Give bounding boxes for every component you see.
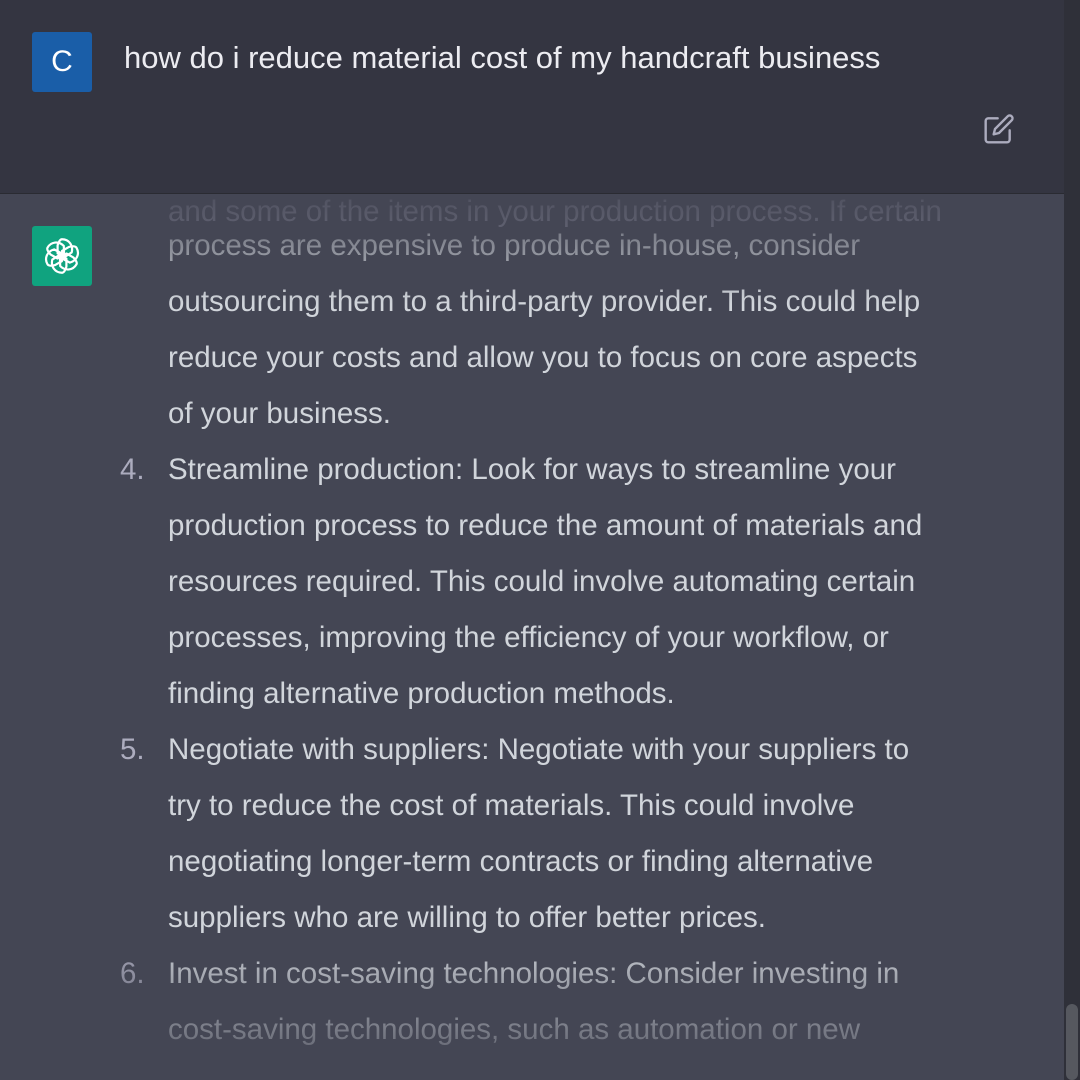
user-message-row: C how do i reduce material cost of my ha… [0,0,1064,194]
answer-line: reduce your costs and allow you to focus… [168,341,918,374]
chat-window: C how do i reduce material cost of my ha… [0,0,1080,1080]
answer-line: Streamline production: Look for ways to … [168,453,897,486]
list-number-4: 4. [120,453,145,486]
scrollbar-thumb[interactable] [1066,1004,1078,1080]
edit-message-button[interactable] [980,110,1018,148]
user-message-text: how do i reduce material cost of my hand… [124,40,881,75]
edit-icon [984,114,1014,144]
answer-line: outsourcing them to a third-party provid… [168,285,921,318]
user-avatar-letter: C [51,45,73,78]
answer-line: processes, improving the efficiency of y… [168,621,889,654]
list-number-6: 6. [120,957,145,990]
answer-line: of your business. [168,397,392,430]
list-number-5: 5. [120,733,145,766]
assistant-message-row: and some of the items in your production… [0,194,1064,1080]
answer-line: Negotiate with suppliers: Negotiate with… [168,733,910,766]
answer-line: production process to reduce the amount … [168,509,923,542]
answer-line: finding alternative production methods. [168,677,675,710]
answer-line: resources required. This could involve a… [168,565,916,598]
openai-logo-icon [44,238,80,274]
answer-line: cost-saving technologies, such as automa… [168,1013,860,1046]
scrollbar[interactable] [1064,0,1080,1080]
answer-line: try to reduce the cost of materials. Thi… [168,789,855,822]
answer-line: negotiating longer-term contracts or fin… [168,845,874,878]
assistant-message-text: and some of the items in your production… [0,194,1064,1080]
answer-line: Invest in cost-saving technologies: Cons… [168,957,900,990]
answer-line: suppliers who are willing to offer bette… [168,901,766,934]
user-avatar: C [32,32,92,92]
answer-line: process are expensive to produce in-hous… [168,229,861,262]
assistant-avatar [32,226,92,286]
